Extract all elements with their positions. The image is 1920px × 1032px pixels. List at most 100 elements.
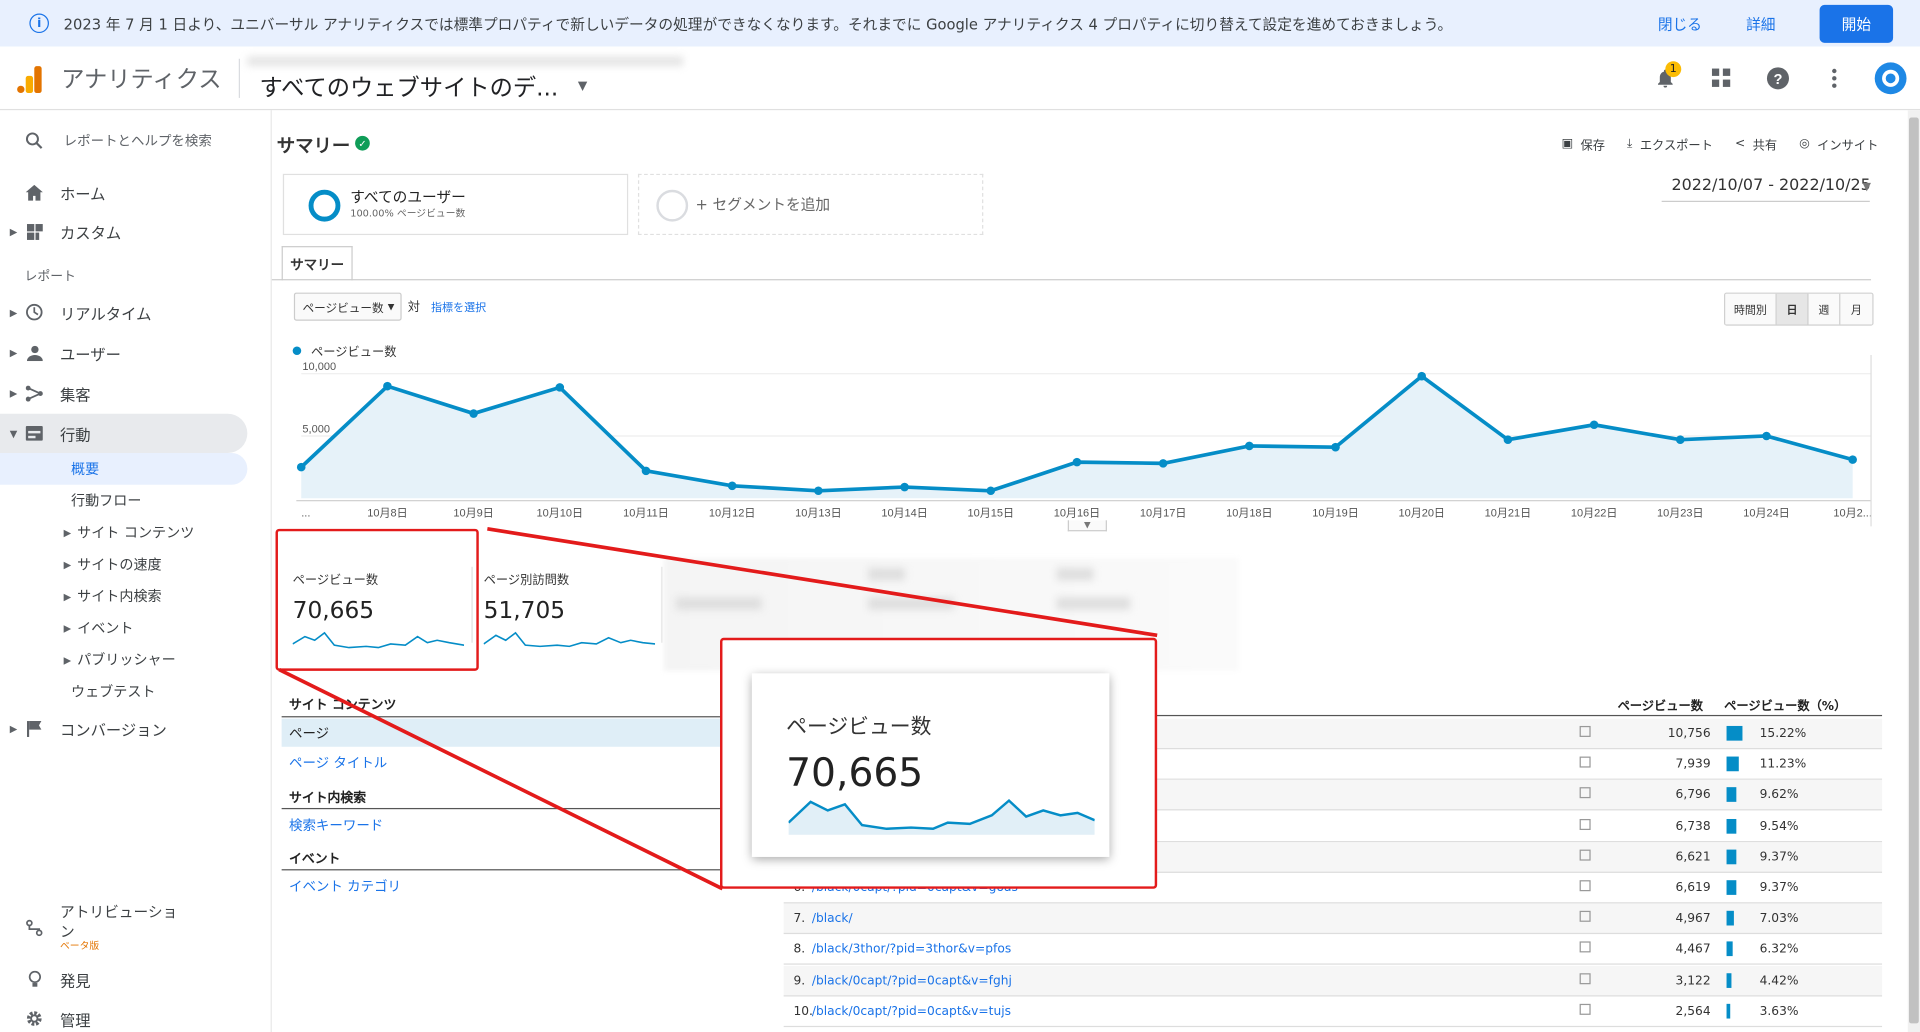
open-page-icon[interactable] <box>1579 849 1591 861</box>
search-keyword-link[interactable]: 検索キーワード <box>289 815 383 835</box>
granularity-month[interactable]: 月 <box>1840 293 1873 325</box>
data-point[interactable] <box>641 466 651 476</box>
table-row[interactable]: 7. /black/4,967 7.03% <box>783 903 1883 935</box>
x-tick-label: 10月19日 <box>1312 508 1358 520</box>
page-url-link[interactable]: /black/3thor/?pid=3thor&v=pfos <box>812 943 1011 956</box>
scrollbar-thumb[interactable] <box>1908 117 1919 1024</box>
data-point[interactable] <box>986 486 996 496</box>
percent-bar <box>1726 1003 1731 1019</box>
granularity-hourly[interactable]: 時間別 <box>1725 293 1777 325</box>
open-page-icon[interactable] <box>1579 911 1591 923</box>
open-page-icon[interactable] <box>1579 756 1591 768</box>
open-page-icon[interactable] <box>1579 818 1591 830</box>
account-avatar[interactable] <box>1873 61 1907 95</box>
pageviews-value: 6,621 <box>1675 850 1711 865</box>
open-page-icon[interactable] <box>1579 941 1591 953</box>
more-vert-icon[interactable] <box>1817 61 1851 95</box>
percent-value: 4.42% <box>1759 973 1799 988</box>
page-url-link[interactable]: /black/0capt/?pid=0capt&v=tujs <box>812 1005 1011 1018</box>
close-banner-button[interactable]: 閉じる <box>1658 13 1702 34</box>
page-url-link[interactable]: /black/ <box>812 912 853 925</box>
data-point[interactable] <box>900 482 909 492</box>
beta-badge: ベータ版 <box>60 940 100 952</box>
table-row[interactable]: 9. /black/0capt/?pid=0capt&v=fghj 3,122 4.4… <box>783 965 1883 997</box>
verified-check-icon: ✓ <box>355 135 370 151</box>
row-number: 9. <box>793 973 806 988</box>
data-point[interactable] <box>555 383 565 392</box>
chevron-down-icon[interactable]: ▼ <box>578 80 587 93</box>
page-link[interactable]: ページ <box>289 724 329 744</box>
granularity-day[interactable]: 日 <box>1776 293 1809 325</box>
percent-value: 11.23% <box>1759 758 1807 772</box>
chart-expand-handle[interactable]: ▼ <box>1067 520 1107 532</box>
table-row[interactable]: 10./black/0capt/?pid=0capt&v=tujs 2,564 3.… <box>783 996 1883 1027</box>
notification-bell-icon[interactable]: 1 <box>1648 61 1682 95</box>
start-button[interactable]: 開始 <box>1819 4 1894 43</box>
data-point[interactable] <box>1331 442 1340 452</box>
data-point[interactable] <box>814 486 823 496</box>
data-point[interactable] <box>1848 455 1857 464</box>
chevron-down-icon[interactable]: ▼ <box>1862 181 1870 193</box>
select-metric-link[interactable]: 指標を選択 <box>431 299 486 314</box>
save-button[interactable]: ▣ 保存 <box>1562 135 1605 153</box>
help-icon[interactable]: ? <box>1761 61 1795 95</box>
open-page-icon[interactable] <box>1579 972 1591 984</box>
caret-right-icon: ▶ <box>63 558 72 570</box>
x-tick-label: 10月9日 <box>453 508 493 520</box>
add-segment-button[interactable]: + セグメントを追加 <box>637 173 984 236</box>
svg-text:?: ? <box>1773 72 1782 88</box>
metric-select[interactable]: ページビュー数 ▼ <box>293 292 402 321</box>
selected-item-highlight <box>0 452 248 485</box>
blurred-label <box>868 568 905 581</box>
column-pageviews-pct[interactable]: ページビュー数（%） <box>1724 695 1846 713</box>
open-page-icon[interactable] <box>1579 880 1591 892</box>
data-point[interactable] <box>1417 371 1426 381</box>
percent-value: 9.62% <box>1759 788 1799 803</box>
apps-grid-icon[interactable] <box>1705 61 1739 95</box>
data-point[interactable] <box>1158 459 1168 468</box>
tab-summary[interactable]: サマリー <box>281 246 353 281</box>
export-button[interactable]: ⤓ エクスポート <box>1627 135 1713 153</box>
segment-all-users[interactable]: すべてのユーザー 100.00% ページビュー数 <box>282 173 629 236</box>
property-selector[interactable]: すべてのウェブサイトのデ... <box>259 70 558 103</box>
share-button[interactable]: < 共有 <box>1735 135 1777 153</box>
gear-icon <box>24 1009 44 1029</box>
sidebar-item-label: 概要 <box>71 460 100 478</box>
app-name: アナリティクス <box>61 66 222 94</box>
scorecard-unique-pageviews[interactable]: ページ別訪問数 51,705 <box>483 569 656 655</box>
percent-value: 9.37% <box>1759 881 1799 895</box>
column-pageviews[interactable]: ページビュー数 <box>1618 695 1703 713</box>
details-link[interactable]: 詳細 <box>1746 13 1775 34</box>
page-title-link[interactable]: ページ タイトル <box>289 753 387 773</box>
insights-button[interactable]: ◎ インサイト <box>1799 135 1878 153</box>
data-point[interactable] <box>1762 431 1771 441</box>
open-page-icon[interactable] <box>1579 725 1591 737</box>
data-point[interactable] <box>1676 435 1685 444</box>
data-point[interactable] <box>1245 441 1254 451</box>
page-url-link[interactable]: /black/0capt/?pid=0capt&v=fghj <box>812 974 1012 987</box>
row-number: 8. <box>793 943 806 957</box>
sidebar-item-label: 管理 <box>60 1010 91 1029</box>
zoom-label: ページビュー数 <box>786 714 932 740</box>
report-actions: ▣ 保存 ⤓ エクスポート < 共有 ◎ インサイト <box>1562 135 1879 153</box>
data-point[interactable] <box>1072 457 1082 467</box>
heading-underline <box>281 716 762 718</box>
data-point[interactable] <box>296 462 306 472</box>
data-point[interactable] <box>1503 435 1513 444</box>
vs-label: 対 <box>407 301 421 315</box>
open-page-icon[interactable] <box>1579 1003 1591 1015</box>
percent-value: 9.54% <box>1759 819 1799 834</box>
behavior-icon <box>24 424 44 444</box>
date-range-picker[interactable]: 2022/10/07 - 2022/10/25 <box>1671 176 1870 194</box>
data-point[interactable] <box>383 381 392 391</box>
open-page-icon[interactable] <box>1579 787 1591 799</box>
data-point[interactable] <box>727 481 737 491</box>
data-point[interactable] <box>469 409 478 418</box>
table-row[interactable]: 8. /black/3thor/?pid=3thor&v=pfos 4,467 6.3… <box>783 935 1883 966</box>
event-category-link[interactable]: イベント カテゴリ <box>289 877 401 897</box>
analytics-logo-icon[interactable] <box>15 63 44 93</box>
main-content: サマリー ✓ ▣ 保存 ⤓ エクスポート < 共有 ◎ インサイト すべてのユーザー 1… <box>271 110 1908 1032</box>
data-point[interactable] <box>1589 420 1599 430</box>
x-tick-label: 10月12日 <box>709 508 755 520</box>
granularity-week[interactable]: 週 <box>1808 293 1841 325</box>
